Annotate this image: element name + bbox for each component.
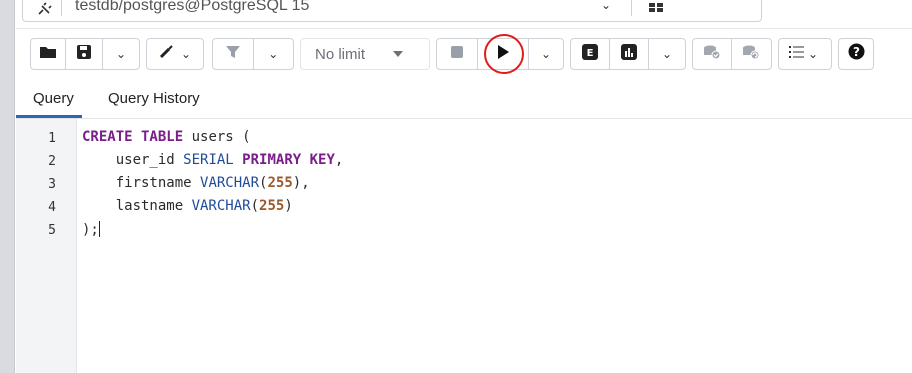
rollback-icon: [742, 44, 760, 65]
code-token: users (: [183, 129, 251, 145]
chevron-down-icon: ⌄: [661, 47, 673, 61]
code-line: firstname VARCHAR(255),: [82, 175, 310, 191]
explain-button[interactable]: E: [571, 39, 609, 69]
transaction-group: [692, 38, 772, 70]
svg-text:E: E: [587, 48, 594, 59]
edit-button[interactable]: ⌄: [147, 39, 203, 69]
code-token: );: [82, 222, 99, 238]
code-token: PRIMARY KEY: [242, 152, 335, 168]
chevron-down-icon: ⌄: [808, 47, 819, 61]
limit-label: No limit: [315, 45, 366, 63]
left-rail: [0, 0, 15, 373]
list-icon: [789, 45, 805, 64]
chevron-down-icon: ⌄: [115, 47, 127, 61]
code-token: firstname: [82, 175, 201, 191]
code-token: ): [284, 198, 293, 214]
pencil-icon: [159, 44, 177, 64]
line-number: 5: [48, 223, 56, 238]
open-file-button[interactable]: [31, 39, 65, 69]
chevron-down-icon: ⌄: [268, 47, 279, 61]
text-cursor: [98, 221, 100, 237]
code-token: CREATE TABLE: [82, 129, 184, 145]
limit-select[interactable]: No limit: [300, 38, 430, 70]
file-group: ⌄: [30, 38, 140, 70]
help-icon: ?: [848, 43, 865, 65]
editor-tabs: Query Query History: [16, 82, 912, 119]
commit-icon: [703, 44, 721, 65]
separator: [631, 0, 632, 16]
caret-down-icon: [393, 51, 404, 57]
chart-icon: [621, 43, 637, 65]
code-token: VARCHAR: [191, 198, 251, 214]
explain-analyze-button[interactable]: [610, 39, 648, 69]
connection-bar: testdb/postgres@PostgreSQL 15 ⌄: [16, 0, 912, 29]
connection-plug-icon: [37, 2, 53, 16]
line-number: 4: [48, 200, 56, 215]
code-token: SERIAL: [183, 152, 234, 168]
line-number: 1: [48, 131, 56, 146]
save-button[interactable]: [66, 39, 102, 69]
connection-selector[interactable]: testdb/postgres@PostgreSQL 15 ⌄: [22, 0, 762, 22]
chevron-down-icon[interactable]: ⌄: [601, 0, 611, 12]
code-token: user_id: [82, 152, 184, 168]
filter-options-button[interactable]: ⌄: [253, 39, 293, 69]
folder-icon: [39, 45, 57, 64]
active-tab-indicator: [16, 115, 82, 118]
code-token: VARCHAR: [200, 175, 260, 191]
explain-options-button[interactable]: ⌄: [649, 39, 685, 69]
save-options-button[interactable]: ⌄: [103, 39, 139, 69]
save-icon: [76, 44, 92, 65]
code-token: ,: [334, 152, 344, 168]
help-button[interactable]: ?: [838, 38, 874, 70]
code-token: lastname: [82, 198, 192, 214]
filter-icon: [225, 45, 241, 64]
code-line: );: [82, 221, 100, 238]
code-line: lastname VARCHAR(255): [82, 198, 293, 214]
query-toolbar: ⌄ ⌄ ⌄ No limit ⌄ E ⌄ ⌄ ?: [16, 34, 912, 74]
highlight-circle: [484, 34, 524, 74]
explain-group: E ⌄: [570, 38, 686, 70]
macros-button[interactable]: ⌄: [778, 38, 832, 70]
filter-button[interactable]: [213, 39, 253, 69]
sql-editor[interactable]: 1 2 3 4 5 CREATE TABLE users ( user_id S…: [16, 119, 912, 373]
code-token: 255: [267, 175, 293, 191]
stop-button[interactable]: [437, 39, 477, 69]
code-token: ),: [292, 175, 310, 191]
tab-query[interactable]: Query: [33, 90, 74, 107]
filter-group: ⌄: [212, 38, 294, 70]
stop-icon: [451, 45, 463, 63]
chevron-down-icon: ⌄: [540, 47, 552, 61]
explain-icon: E: [582, 43, 598, 65]
code-token: (: [250, 198, 260, 214]
line-number-gutter: 1 2 3 4 5: [16, 119, 77, 373]
separator: [61, 0, 62, 16]
line-number: 2: [48, 154, 56, 169]
code-token: 255: [259, 198, 285, 214]
connection-status-icon[interactable]: [648, 0, 664, 14]
commit-button[interactable]: [693, 39, 731, 69]
code-line: user_id SERIAL PRIMARY KEY,: [82, 152, 344, 168]
rollback-button[interactable]: [732, 39, 770, 69]
execute-options-button[interactable]: ⌄: [529, 39, 563, 69]
connection-label: testdb/postgres@PostgreSQL 15: [75, 0, 310, 14]
tab-query-history[interactable]: Query History: [108, 90, 200, 107]
svg-text:?: ?: [853, 45, 860, 59]
edit-group[interactable]: ⌄: [146, 38, 204, 70]
code-line: CREATE TABLE users (: [82, 129, 251, 145]
line-number: 3: [48, 177, 56, 192]
chevron-down-icon: ⌄: [180, 47, 192, 61]
